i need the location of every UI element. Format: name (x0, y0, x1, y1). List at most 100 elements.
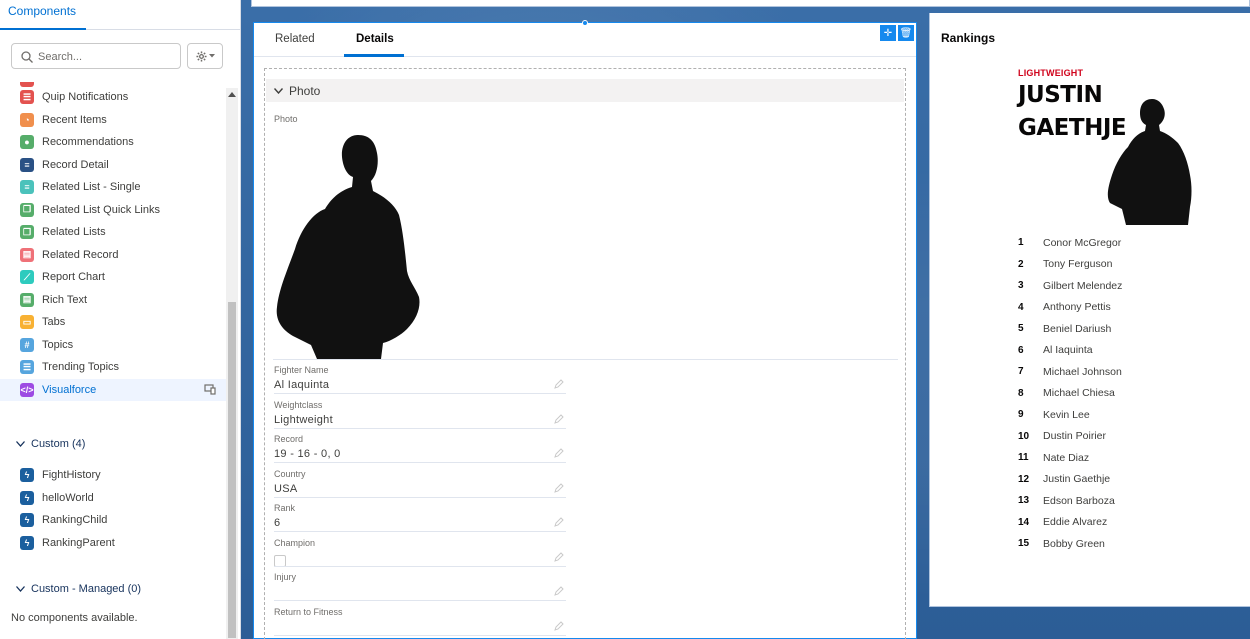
edit-pencil-icon[interactable] (554, 413, 564, 424)
component-item[interactable]: ≡ Record Detail (0, 154, 226, 177)
ranking-list: 1 Conor McGregor 2 Tony Ferguson 3 Gilbert Me… (1018, 232, 1122, 555)
component-item[interactable]: ⟋ Report Chart (0, 266, 226, 289)
fighter-name: Tony Ferguson (1043, 258, 1113, 271)
edit-pencil-icon[interactable] (554, 379, 564, 389)
tab-components[interactable]: Components (0, 0, 86, 30)
component-item[interactable]: ● Recommendations (0, 131, 226, 154)
edit-pencil-icon[interactable] (554, 517, 564, 527)
custom-section-header[interactable]: Custom (4) (16, 438, 85, 450)
photo-section-header[interactable]: Photo (266, 79, 904, 102)
delete-icon[interactable]: 🗑 (898, 25, 914, 41)
ranking-row[interactable]: 6 Al Iaquinta (1018, 340, 1122, 362)
ranking-row[interactable]: 13 Edson Barboza (1018, 490, 1122, 512)
ranking-row[interactable]: 14 Eddie Alvarez (1018, 512, 1122, 534)
related-lists-icon: ❐ (20, 225, 34, 240)
edit-pencil-icon[interactable] (554, 448, 564, 458)
chevron-down-icon (16, 441, 25, 447)
ranking-row[interactable]: 9 Kevin Lee (1018, 404, 1122, 426)
component-item[interactable]: ▭ Tabs (0, 311, 226, 334)
search-box[interactable] (11, 43, 181, 69)
detail-field: Fighter Name Al Iaquinta (274, 365, 566, 394)
field-value: Lightweight (274, 413, 333, 426)
field-underline (274, 462, 566, 463)
ranking-row[interactable]: 5 Beniel Dariush (1018, 318, 1122, 340)
field-underline (274, 634, 566, 636)
canvas-top-strip (251, 0, 1250, 7)
component-label: Visualforce (42, 383, 97, 396)
detail-field: Country USA (274, 469, 566, 498)
component-label: Trending Topics (42, 361, 120, 374)
active-tab-indicator (344, 54, 404, 57)
detail-field: Weightclass Lightweight (274, 400, 566, 429)
custom-component-item[interactable]: ϟ FightHistory (0, 464, 226, 487)
fighter-name: Edson Barboza (1043, 494, 1115, 507)
ranking-row[interactable]: 12 Justin Gaethje (1018, 469, 1122, 491)
component-item[interactable]: ☰ Trending Topics (0, 356, 226, 379)
component-label: Tabs (42, 316, 66, 329)
tab-details[interactable]: Details (356, 33, 394, 45)
ranking-row[interactable]: 3 Gilbert Melendez (1018, 275, 1122, 297)
component-item[interactable]: ☰ Quip Notifications (0, 86, 226, 109)
component-item[interactable]: ❐ Related List Quick Links (0, 199, 226, 222)
ranking-row[interactable]: 2 Tony Ferguson (1018, 254, 1122, 276)
edit-pencil-icon[interactable] (554, 551, 564, 562)
rank-number: 8 (1018, 387, 1024, 399)
search-input[interactable] (38, 48, 176, 65)
field-value: 6 (274, 517, 281, 529)
scroll-up-arrow-icon[interactable] (228, 92, 236, 97)
rankings-title: Rankings (941, 31, 996, 45)
rank-number: 12 (1018, 473, 1030, 485)
edit-pencil-icon[interactable] (554, 586, 564, 596)
ranking-row[interactable]: 1 Conor McGregor (1018, 232, 1122, 254)
field-underline (274, 496, 566, 498)
component-item[interactable]: ◔ Recent Items (0, 109, 226, 132)
ranking-row[interactable]: 7 Michael Johnson (1018, 361, 1122, 383)
tab-related[interactable]: Related (275, 33, 315, 45)
champion-photo (1107, 99, 1192, 225)
component-item[interactable]: ≡ Related List - Single (0, 176, 226, 199)
device-preview-icon[interactable] (204, 383, 216, 395)
detail-tabset: Related Details (254, 23, 916, 57)
component-label: RankingParent (42, 536, 115, 549)
card-tools: ✛ 🗑 (880, 25, 914, 41)
palette-scrollbar[interactable] (226, 88, 238, 639)
fighter-name: Beniel Dariush (1043, 322, 1112, 335)
ranking-row[interactable]: 10 Dustin Poirier (1018, 426, 1122, 448)
field-label: Weightclass (274, 399, 323, 410)
ranking-row[interactable]: 4 Anthony Pettis (1018, 297, 1122, 319)
ranking-row[interactable]: 8 Michael Chiesa (1018, 383, 1122, 405)
quick-links-icon: ❐ (20, 202, 34, 217)
custom-component-item[interactable]: ϟ RankingChild (0, 509, 226, 532)
field-value: Al Iaquinta (274, 379, 330, 391)
report-chart-icon: ⟋ (20, 270, 34, 285)
component-item[interactable]: ▤ Related Record (0, 244, 226, 267)
component-item[interactable]: ▤ Rich Text (0, 289, 226, 312)
record-detail-component[interactable]: Related Details ✛ 🗑 Photo Photo Fighter … (253, 20, 917, 639)
managed-section-header[interactable]: Custom - Managed (0) (16, 583, 141, 595)
rankings-component[interactable]: Rankings LIGHTWEIGHT JUSTIN GAETHJE 1 Con… (929, 13, 1250, 607)
rank-number: 13 (1018, 495, 1030, 507)
photo-field-label: Photo (274, 114, 298, 124)
fighter-name: Gilbert Melendez (1043, 279, 1123, 292)
custom-component-item[interactable]: ϟ helloWorld (0, 487, 226, 510)
topics-icon: # (20, 337, 34, 352)
field-label: Record (274, 434, 304, 444)
lightning-icon: ϟ (20, 490, 34, 505)
rank-number: 7 (1018, 366, 1024, 378)
ranking-row[interactable]: 11 Nate Diaz (1018, 447, 1122, 469)
component-label: Topics (42, 338, 74, 351)
component-item[interactable]: # Topics (0, 334, 226, 357)
rank-number: 11 (1018, 452, 1029, 464)
component-item[interactable]: </> Visualforce (0, 378, 226, 401)
settings-dropdown-button[interactable] (187, 43, 223, 69)
scrollbar-thumb[interactable] (228, 302, 236, 638)
custom-component-item[interactable]: ϟ RankingParent (0, 532, 226, 555)
move-icon[interactable]: ✛ (880, 25, 896, 41)
edit-pencil-icon[interactable] (554, 482, 564, 493)
rank-number: 6 (1018, 344, 1024, 356)
ranking-row[interactable]: 15 Bobby Green (1018, 533, 1122, 555)
edit-pencil-icon[interactable] (554, 620, 564, 631)
component-item[interactable]: ❐ Related Lists (0, 221, 226, 244)
component-scroll-area[interactable]: ☰ Quip Notifications ◔ Recent Items ● Recomme… (0, 82, 241, 639)
field-label: Country (274, 468, 306, 479)
